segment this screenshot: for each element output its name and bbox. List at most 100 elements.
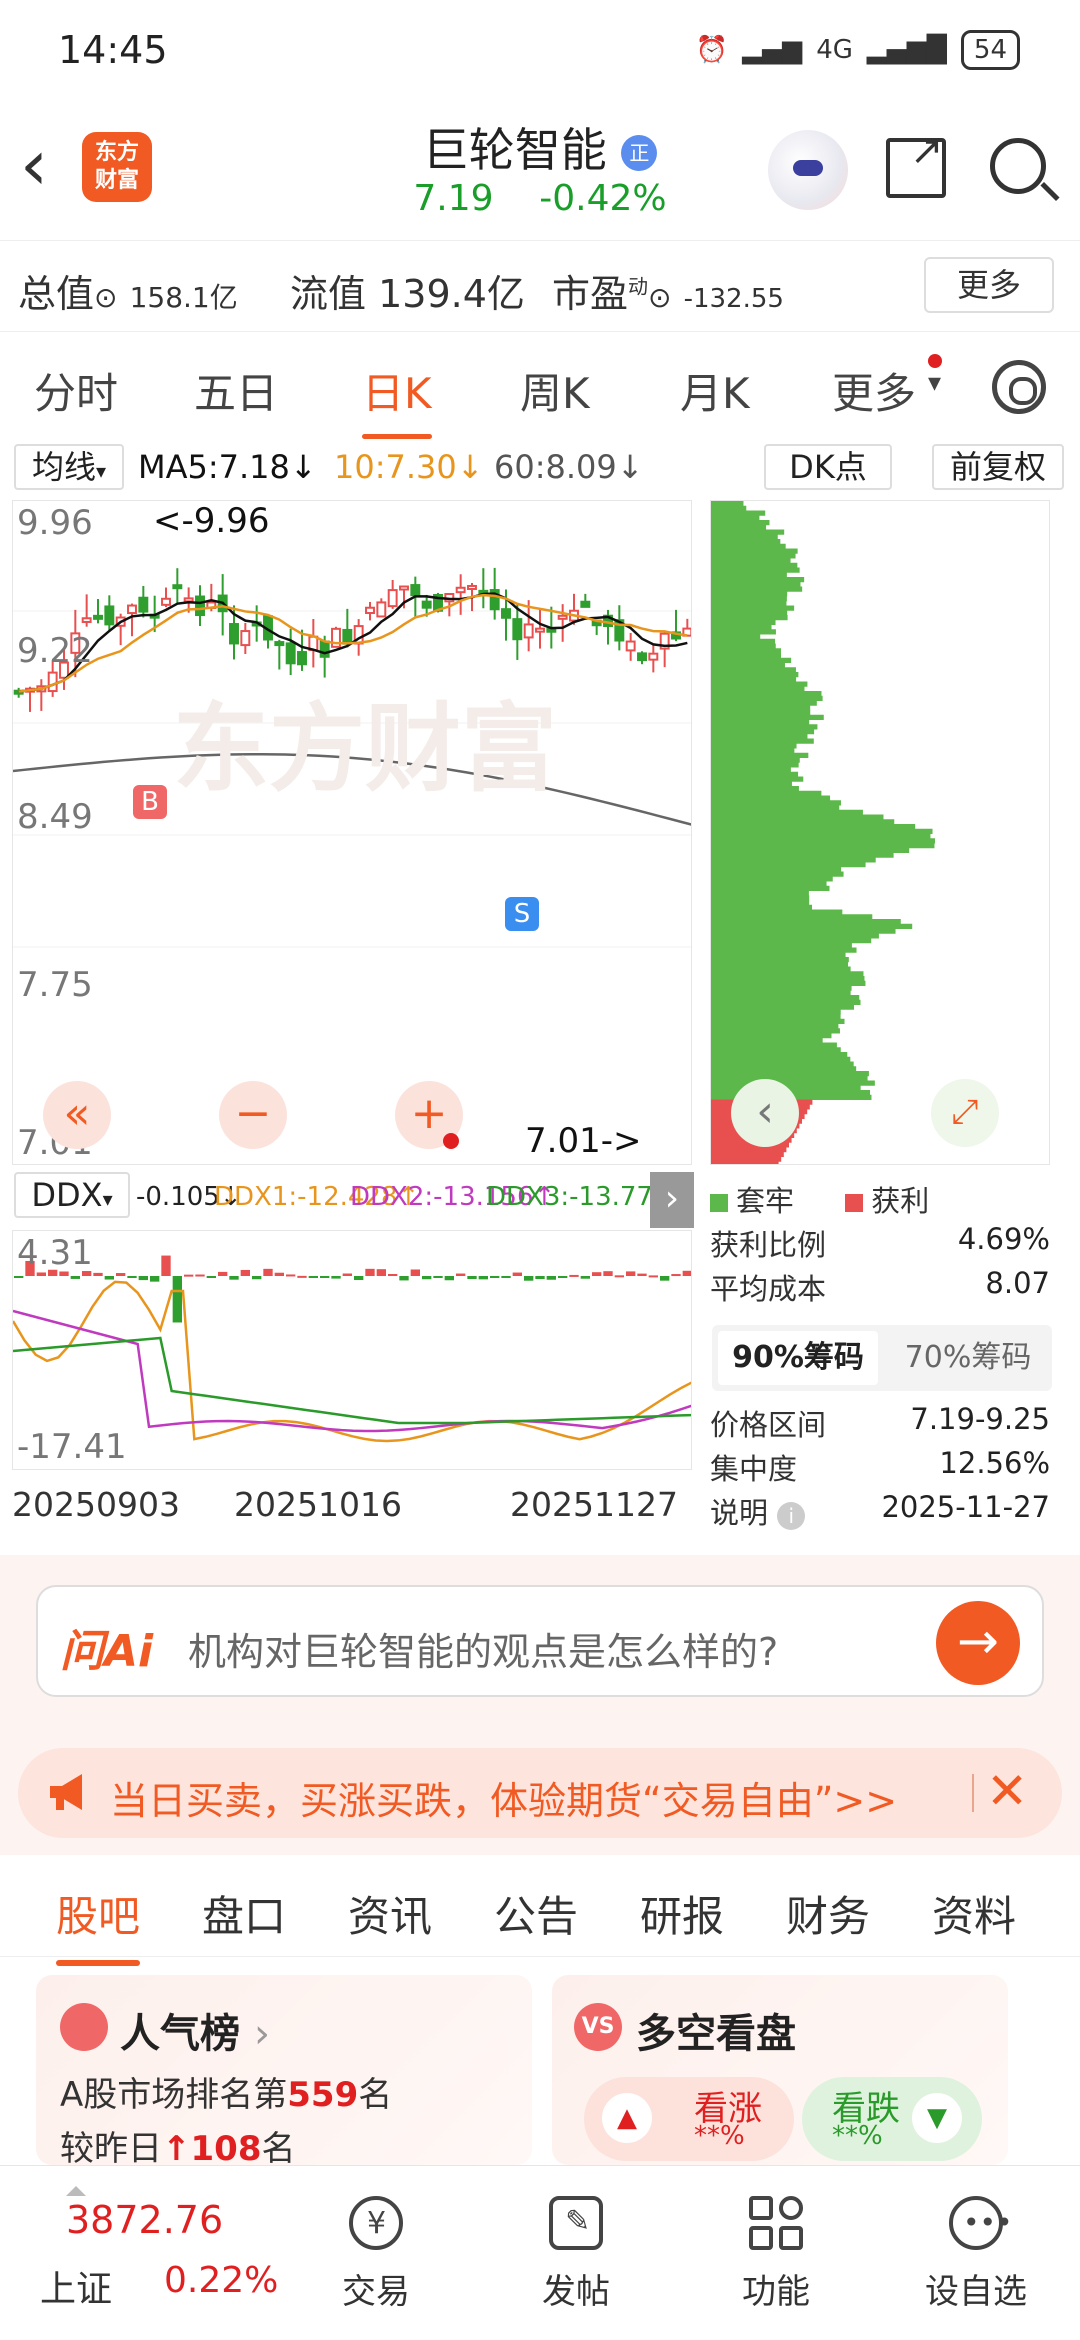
rank-change-line: 较昨日↑108名 (60, 2121, 295, 2165)
pe-info-icon[interactable]: ⊙ (648, 281, 671, 314)
chevron-right-icon: › (253, 2011, 270, 2057)
grid-cell (779, 2196, 803, 2220)
popularity-card[interactable]: 人气榜 › A股市场排名第559名 较昨日↑108名 (36, 1975, 532, 2165)
zoom-out-icon[interactable]: − (219, 1081, 287, 1149)
tab-daily-k[interactable]: 日K (362, 360, 432, 439)
more-stats-button[interactable]: 更多 (924, 257, 1054, 313)
chip-90-tab[interactable]: 90%筹码 (718, 1331, 878, 1385)
ddx-bar (433, 1276, 443, 1278)
bear-button[interactable]: 看跌 **% ▼ (802, 2077, 982, 2161)
grid-icon (749, 2196, 803, 2250)
ai-robot-icon[interactable] (768, 130, 848, 210)
chip-bar (711, 895, 810, 901)
zoom-dot (443, 1133, 459, 1149)
chevron-down-icon: ▾ (102, 1187, 113, 1211)
expand-icon[interactable]: ⤢ (931, 1079, 999, 1147)
promo-banner[interactable]: 当日买卖，买涨买跌，体验期货“交易自由”>> ✕ (18, 1748, 1062, 1838)
chip-back-icon[interactable]: ‹ (731, 1079, 799, 1147)
arrow-right-icon[interactable]: → (936, 1601, 1020, 1685)
chip-70-tab[interactable]: 70%筹码 (888, 1331, 1048, 1385)
adjustment-button[interactable]: 前复权 (932, 444, 1064, 490)
chip-bar (711, 543, 786, 549)
ai-question-box[interactable]: 问Ai 机构对巨轮智能的观点是怎么样的? → (36, 1585, 1044, 1697)
candle-body (523, 623, 534, 639)
share-icon[interactable]: ↗ (886, 128, 946, 198)
tab-more-caret-icon[interactable]: ▾ (928, 368, 941, 398)
chip-bar (711, 809, 863, 815)
concentration-row: 集中度 12.56% (710, 1446, 1060, 1490)
tab-research[interactable]: 研报 (640, 1883, 724, 1944)
chip-bar (711, 505, 747, 511)
chip-bar (711, 676, 797, 682)
bull-bear-card[interactable]: VS 多空看盘 ▲ 看涨 **% 看跌 **% ▼ (552, 1975, 1008, 2165)
search-icon[interactable] (990, 138, 1046, 194)
chip-bar (711, 976, 865, 982)
kline-chart[interactable]: 东方财富 9.96 9.22 8.49 7.75 7.01 <-9.96 7.0… (12, 500, 692, 1165)
ddx-bar (592, 1272, 602, 1276)
tab-guba[interactable]: 股吧 (56, 1883, 141, 1966)
tab-financials[interactable]: 财务 (786, 1883, 870, 1944)
ddx-chart[interactable]: 4.31 -17.41 (12, 1230, 692, 1470)
ddx-bar (603, 1271, 613, 1276)
tab-announcements[interactable]: 公告 (494, 1883, 578, 1944)
candle-body (138, 596, 149, 613)
sell-signal[interactable]: S (505, 897, 539, 931)
chip-bar (711, 586, 803, 592)
mktcap: 总值⊙ 158.1亿 (18, 263, 238, 318)
info-dots-icon[interactable]: ⊙ (94, 281, 117, 314)
tab-pankou[interactable]: 盘口 (202, 1883, 286, 1944)
candle-body (501, 608, 511, 619)
chip-bar (711, 539, 781, 545)
candle-body (319, 640, 330, 658)
chip-bar (711, 928, 896, 934)
indicator-selector-label: 均线 (31, 448, 96, 486)
dots-glyph: ••• (963, 2206, 1013, 2239)
index-ticker[interactable]: 3872.76 上证 0.22% (20, 2176, 280, 2326)
tab-more[interactable]: 更多 (832, 360, 916, 421)
bull-button[interactable]: ▲ 看涨 **% (584, 2077, 794, 2161)
ddx-bar (456, 1273, 466, 1276)
chevron-right-icon[interactable]: › (650, 1172, 694, 1228)
ddx-bar (161, 1255, 171, 1276)
settings-gear-icon[interactable] (992, 360, 1046, 414)
ddx-selector[interactable]: DDX▾ (14, 1172, 130, 1218)
chip-bar (711, 843, 935, 849)
chip-bar (711, 1066, 857, 1072)
chip-bar (711, 961, 849, 967)
candle-body (421, 600, 432, 609)
chip-bar (711, 876, 833, 882)
buy-signal[interactable]: B (133, 785, 167, 819)
chip-bar (711, 700, 817, 706)
tab-intraday[interactable]: 分时 (34, 360, 118, 421)
nav-functions[interactable]: 功能 (696, 2176, 856, 2336)
close-icon[interactable]: ✕ (986, 1762, 1028, 1820)
chip-distribution-chart[interactable]: ‹ ⤢ (710, 500, 1050, 1165)
chip-bar (711, 648, 782, 654)
ddx-bar (682, 1270, 691, 1276)
trapped-swatch (710, 1194, 728, 1212)
tab-monthly-k[interactable]: 月K (680, 360, 750, 421)
tab-profile[interactable]: 资料 (932, 1883, 1016, 1944)
profit-legend: 获利 (871, 1184, 930, 1218)
rank-prefix: A股市场排名第 (60, 2075, 288, 2115)
tab-news[interactable]: 资讯 (348, 1883, 432, 1944)
dk-point-button[interactable]: DK点 (764, 444, 892, 490)
candle-body (240, 630, 251, 647)
nav-post[interactable]: ✎ 发帖 (496, 2176, 656, 2336)
nav-watchlist[interactable]: ••• 设自选 (896, 2176, 1056, 2336)
tab-weekly-k[interactable]: 周K (520, 360, 590, 421)
tab-5day[interactable]: 五日 (194, 360, 278, 421)
ddx-bar (354, 1276, 364, 1281)
ddx-bar (308, 1276, 318, 1278)
indicator-selector[interactable]: 均线▾ (14, 444, 124, 490)
nav-trade[interactable]: ¥ 交易 (296, 2176, 456, 2336)
ddx-bar (172, 1276, 182, 1323)
chip-bar (711, 1009, 841, 1015)
ddx-bar (218, 1271, 228, 1276)
chip-bar (711, 743, 797, 749)
pan-left-icon[interactable]: « (43, 1081, 111, 1149)
ddx-top-label: 4.31 (17, 1233, 93, 1273)
ddx3-text: DDX3:-13.778 (486, 1182, 670, 1212)
info-icon[interactable]: i (777, 1502, 806, 1530)
chip-bar (711, 990, 851, 996)
